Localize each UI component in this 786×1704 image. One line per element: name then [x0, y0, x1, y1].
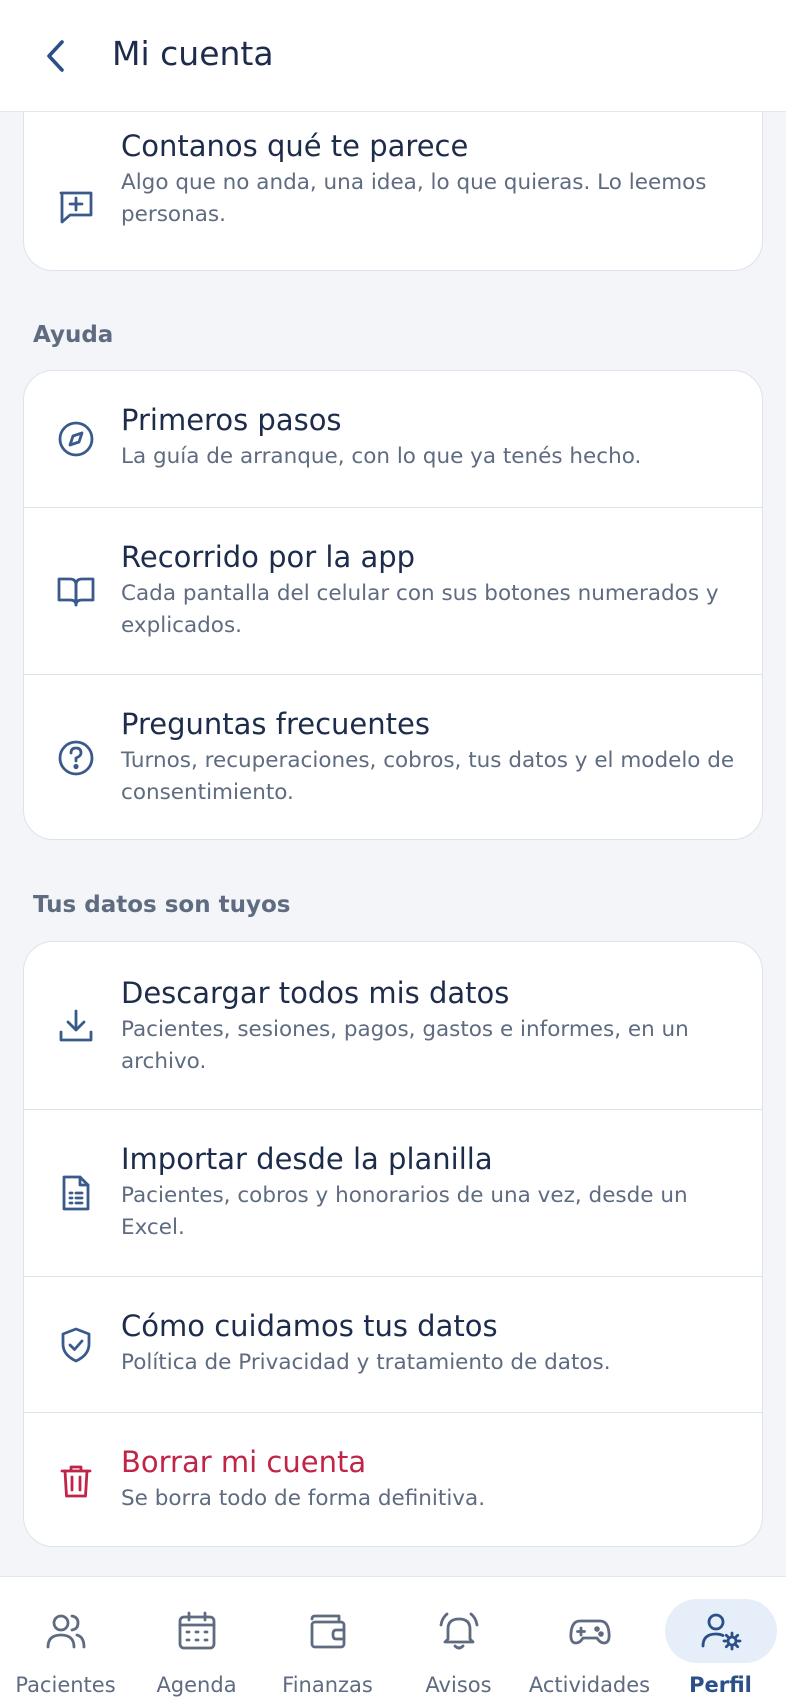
delete-account-title: Borrar mi cuenta	[121, 1445, 367, 1479]
data-card: Descargar todos mis datos Pacientes, ses…	[23, 941, 763, 1547]
section-label-data: Tus datos son tuyos	[33, 892, 291, 918]
data-item-privacy[interactable]: Cómo cuidamos tus datos Política de Priv…	[24, 1276, 762, 1412]
data-item-subtitle: Pacientes, cobros y honorarios de una ve…	[121, 1183, 688, 1240]
data-item-import[interactable]: Importar desde la planilla Pacientes, co…	[24, 1109, 762, 1276]
data-item-subtitle: Política de Privacidad y tratamiento de …	[121, 1350, 611, 1375]
user-gear-icon	[701, 1613, 741, 1651]
tab-agenda[interactable]: Agenda	[131, 1577, 262, 1704]
wallet-icon	[310, 1614, 345, 1649]
shield-check-icon	[56, 1325, 96, 1365]
tab-avisos[interactable]: Avisos	[393, 1577, 524, 1704]
data-item-delete-account[interactable]: Borrar mi cuenta Se borra todo de forma …	[24, 1412, 762, 1546]
tab-label: Agenda	[156, 1673, 237, 1697]
bottom-tab-bar: Pacientes Agenda Finanzas Avisos Activid…	[0, 1576, 786, 1704]
help-item-subtitle: Turnos, recuperaciones, cobros, tus dato…	[121, 748, 735, 805]
tab-perfil[interactable]: Perfil	[655, 1577, 786, 1704]
compass-icon	[56, 419, 96, 459]
help-item-title: Preguntas frecuentes	[121, 707, 430, 741]
tab-finanzas[interactable]: Finanzas	[262, 1577, 393, 1704]
data-item-title: Cómo cuidamos tus datos	[121, 1309, 498, 1343]
help-item-title: Primeros pasos	[121, 403, 342, 437]
bell-ringing-icon	[439, 1612, 478, 1650]
help-item-first-steps[interactable]: Primeros pasos La guía de arranque, con …	[24, 371, 762, 507]
settings-scroll-area[interactable]: Contanos qué te parece Algo que no anda,…	[0, 112, 786, 1576]
data-item-title: Descargar todos mis datos	[121, 976, 510, 1010]
help-item-app-tour[interactable]: Recorrido por la app Cada pantalla del c…	[24, 507, 762, 674]
help-item-faq[interactable]: Preguntas frecuentes Turnos, recuperacio…	[24, 674, 762, 839]
tab-label: Finanzas	[282, 1673, 373, 1697]
feedback-subtitle: Algo que no anda, una idea, lo que quier…	[121, 170, 707, 227]
tab-pacientes[interactable]: Pacientes	[0, 1577, 131, 1704]
data-item-download[interactable]: Descargar todos mis datos Pacientes, ses…	[24, 942, 762, 1109]
message-plus-icon	[56, 187, 96, 227]
feedback-card: Contanos qué te parece Algo que no anda,…	[23, 112, 763, 271]
tab-actividades[interactable]: Actividades	[524, 1577, 655, 1704]
tab-label: Avisos	[425, 1673, 492, 1697]
section-label-help: Ayuda	[33, 322, 114, 348]
help-item-subtitle: La guía de arranque, con lo que ya tenés…	[121, 444, 642, 469]
tab-label: Perfil	[689, 1673, 752, 1697]
help-item-title: Recorrido por la app	[121, 540, 416, 574]
tab-label: Actividades	[528, 1673, 651, 1697]
feedback-row[interactable]: Contanos qué te parece Algo que no anda,…	[24, 112, 762, 270]
chevron-left-icon	[47, 40, 64, 72]
help-item-subtitle: Cada pantalla del celular con sus botone…	[121, 581, 719, 638]
question-circle-icon	[56, 738, 96, 778]
tab-label: Pacientes	[15, 1673, 116, 1697]
back-button[interactable]	[36, 34, 76, 78]
gamepad-icon	[568, 1619, 611, 1645]
data-item-title: Importar desde la planilla	[121, 1142, 493, 1176]
delete-account-subtitle: Se borra todo de forma definitiva.	[121, 1486, 486, 1511]
trash-icon	[56, 1461, 96, 1501]
help-card: Primeros pasos La guía de arranque, con …	[23, 370, 763, 840]
page-title: Mi cuenta	[112, 34, 274, 73]
download-icon	[56, 1006, 96, 1046]
open-book-icon	[56, 571, 96, 611]
data-item-subtitle: Pacientes, sesiones, pagos, gastos e inf…	[121, 1017, 689, 1074]
users-icon	[46, 1614, 85, 1649]
top-app-bar: Mi cuenta	[0, 0, 786, 112]
feedback-title: Contanos qué te parece	[121, 129, 469, 163]
spreadsheet-file-icon	[56, 1173, 96, 1213]
calendar-icon	[178, 1611, 215, 1650]
